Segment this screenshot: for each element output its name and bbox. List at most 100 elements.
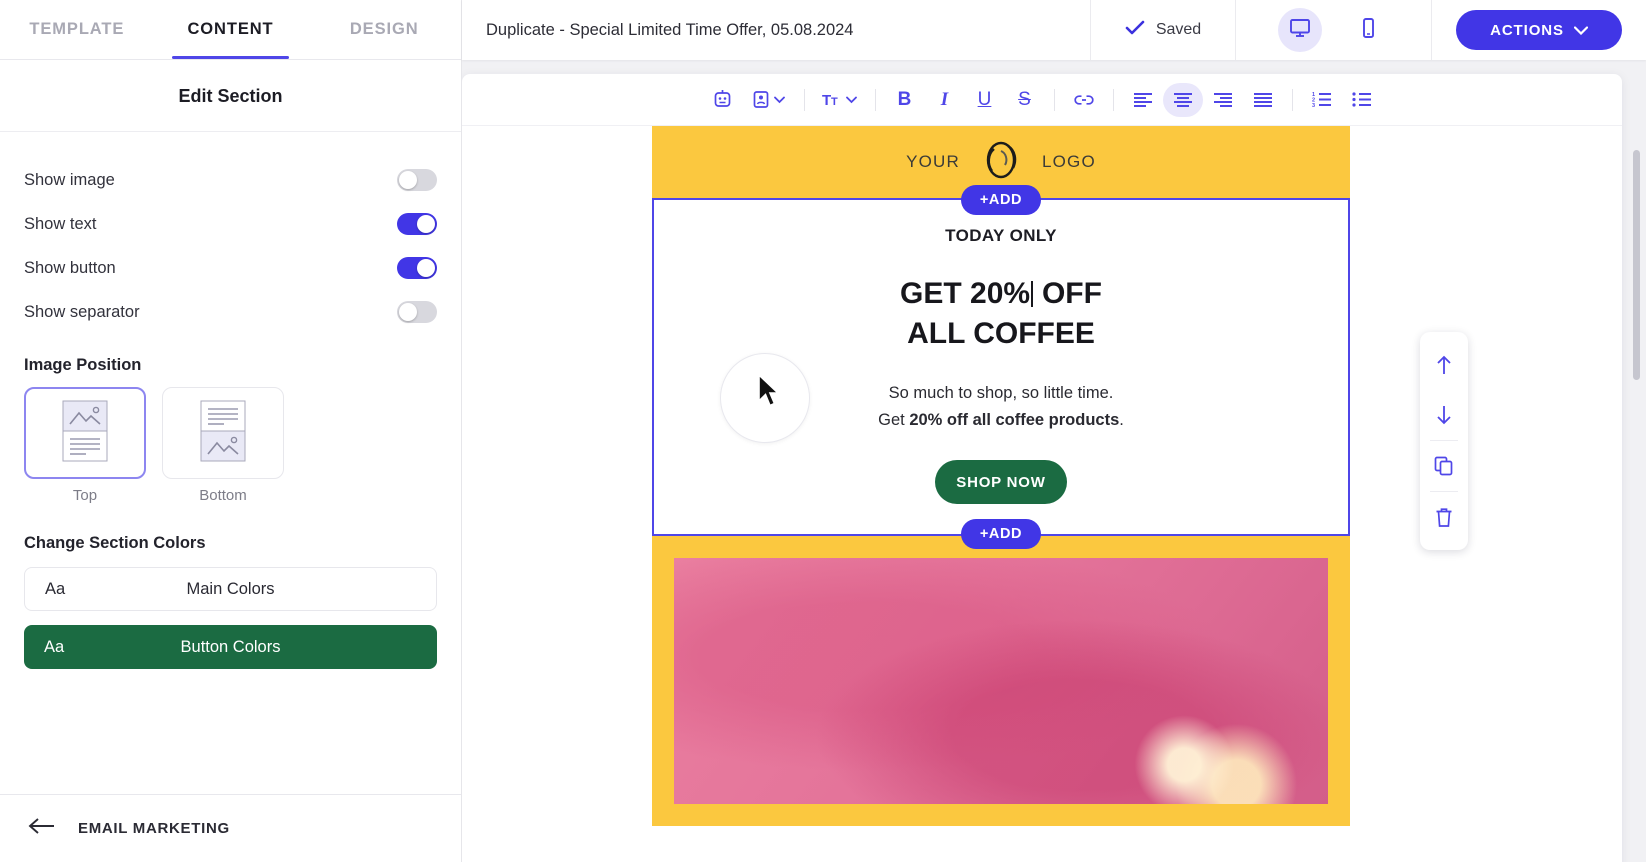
email-canvas: T T B I U S 1 2 3 YOUR LOGO +ADD TODAY O…: [462, 74, 1622, 862]
underline-button[interactable]: U: [965, 83, 1005, 117]
back-label: EMAIL MARKETING: [78, 820, 230, 837]
panel-tabs: TEMPLATE CONTENT DESIGN: [0, 0, 461, 60]
image-position-captions: Top Bottom: [24, 479, 437, 504]
section-headline[interactable]: GET 20% OFF ALL COFFEE: [654, 274, 1348, 354]
tab-design[interactable]: DESIGN: [307, 0, 461, 59]
personalization-icon[interactable]: [743, 83, 795, 117]
mobile-preview-button[interactable]: [1346, 8, 1390, 52]
image-position-caption-bottom: Bottom: [199, 487, 247, 504]
toggle-show-button[interactable]: [397, 257, 437, 279]
toggle-row-show-text: Show text: [24, 202, 437, 246]
body-line-2-bold: 20% off all coffee products: [909, 411, 1120, 429]
toggle-label-show-button: Show button: [24, 258, 116, 277]
toggle-row-show-button: Show button: [24, 246, 437, 290]
toggle-show-image[interactable]: [397, 169, 437, 191]
device-preview-switch: [1236, 0, 1432, 60]
back-to-email-marketing-button[interactable]: EMAIL MARKETING: [0, 794, 461, 862]
toggle-knob: [399, 171, 417, 189]
align-right-icon[interactable]: [1203, 83, 1243, 117]
toolbar-divider: [1112, 88, 1114, 111]
main-colors-label: Main Colors: [186, 579, 275, 598]
desktop-icon: [1289, 17, 1311, 44]
body-line-2-prefix: Get: [878, 411, 910, 429]
email-image-section[interactable]: [652, 536, 1350, 827]
font-size-icon[interactable]: T T: [814, 83, 866, 117]
move-down-icon[interactable]: [1420, 390, 1468, 440]
image-position-caption-top: Top: [72, 487, 98, 504]
image-position-option-top[interactable]: [24, 387, 146, 479]
toggle-row-show-image: Show image: [24, 158, 437, 202]
ai-assistant-icon[interactable]: [703, 83, 743, 117]
numbered-list-icon[interactable]: 123: [1302, 83, 1342, 117]
save-status-label: Saved: [1155, 21, 1202, 38]
italic-glyph: I: [940, 88, 949, 110]
align-justify-icon[interactable]: [1243, 83, 1283, 117]
actions-label: ACTIONS: [1490, 21, 1564, 39]
toggle-knob: [417, 215, 435, 233]
italic-button[interactable]: I: [925, 83, 965, 117]
canvas-scrollbar[interactable]: [1633, 150, 1640, 850]
toolbar-divider: [1291, 88, 1293, 111]
check-icon: [1125, 20, 1145, 41]
arrow-left-icon: [28, 817, 56, 840]
bold-glyph: B: [897, 88, 912, 110]
text-format-toolbar: T T B I U S 1 2 3: [462, 74, 1622, 126]
toggle-show-separator[interactable]: [397, 301, 437, 323]
delete-icon[interactable]: [1420, 492, 1468, 542]
change-section-colors-label: Change Section Colors: [24, 534, 206, 552]
headline-part-a: GET 20%: [900, 277, 1031, 310]
image-position-option-bottom[interactable]: [162, 387, 284, 479]
add-section-above-button[interactable]: +ADD: [961, 185, 1041, 215]
button-colors-button[interactable]: Aa Button Colors: [24, 625, 437, 669]
body-line-1: So much to shop, so little time.: [888, 383, 1114, 402]
actions-button[interactable]: ACTIONS: [1456, 10, 1622, 50]
logo-word-left: YOUR: [906, 152, 960, 171]
editor-main: Saved: [462, 0, 1646, 862]
circular-logo-icon: [978, 137, 1024, 188]
svg-text:3: 3: [1312, 103, 1315, 107]
toolbar-divider: [874, 88, 876, 111]
svg-text:T: T: [831, 96, 838, 108]
app-root: TEMPLATE CONTENT DESIGN Edit Section Sho…: [0, 0, 1646, 862]
toggle-label-show-separator: Show separator: [24, 302, 140, 321]
underline-glyph: U: [977, 88, 992, 110]
section-tools: [1420, 332, 1468, 550]
save-status: Saved: [1090, 0, 1236, 60]
add-section-below-button[interactable]: +ADD: [961, 519, 1041, 550]
logo-word-right: LOGO: [1041, 152, 1096, 171]
button-colors-swatch-text: Aa: [44, 637, 65, 656]
tab-template[interactable]: TEMPLATE: [0, 0, 154, 59]
shop-now-button[interactable]: SHOP NOW: [935, 460, 1067, 505]
align-center-icon[interactable]: [1162, 82, 1203, 117]
image-bottom-layout-icon: [200, 400, 246, 467]
strikethrough-button[interactable]: S: [1005, 83, 1045, 117]
toggle-knob: [399, 303, 417, 321]
toggle-label-show-image: Show image: [24, 170, 115, 189]
tab-content[interactable]: CONTENT: [154, 0, 308, 59]
main-colors-button[interactable]: Aa Main Colors: [24, 567, 437, 611]
align-left-icon[interactable]: [1123, 83, 1163, 117]
button-colors-label: Button Colors: [180, 637, 281, 656]
move-up-icon[interactable]: [1420, 340, 1468, 390]
duplicate-icon[interactable]: [1420, 441, 1468, 491]
email-preview: YOUR LOGO +ADD TODAY ONLY GET 20% OFF AL…: [462, 126, 1622, 827]
campaign-title-input[interactable]: [462, 0, 1090, 60]
top-bar: Saved: [462, 0, 1646, 60]
edit-section-panel: TEMPLATE CONTENT DESIGN Edit Section Sho…: [0, 0, 462, 862]
mobile-icon: [1357, 17, 1379, 44]
text-caret: [1031, 281, 1033, 307]
bulleted-list-icon[interactable]: [1342, 83, 1382, 117]
toolbar-divider: [803, 88, 805, 111]
toggle-row-show-separator: Show separator: [24, 290, 437, 334]
toggle-show-text[interactable]: [397, 213, 437, 235]
email-column: YOUR LOGO +ADD TODAY ONLY GET 20% OFF AL…: [652, 126, 1350, 827]
canvas-wrapper: T T B I U S 1 2 3 YOUR LOGO +ADD TODAY O…: [462, 60, 1646, 862]
link-icon[interactable]: [1064, 83, 1104, 117]
svg-text:T: T: [822, 92, 831, 108]
scrollbar-thumb[interactable]: [1633, 150, 1640, 380]
image-position-options: [24, 387, 437, 479]
headline-part-b: OFF: [1033, 277, 1102, 310]
toggle-knob: [417, 259, 435, 277]
desktop-preview-button[interactable]: [1277, 8, 1322, 52]
bold-button[interactable]: B: [885, 83, 925, 117]
